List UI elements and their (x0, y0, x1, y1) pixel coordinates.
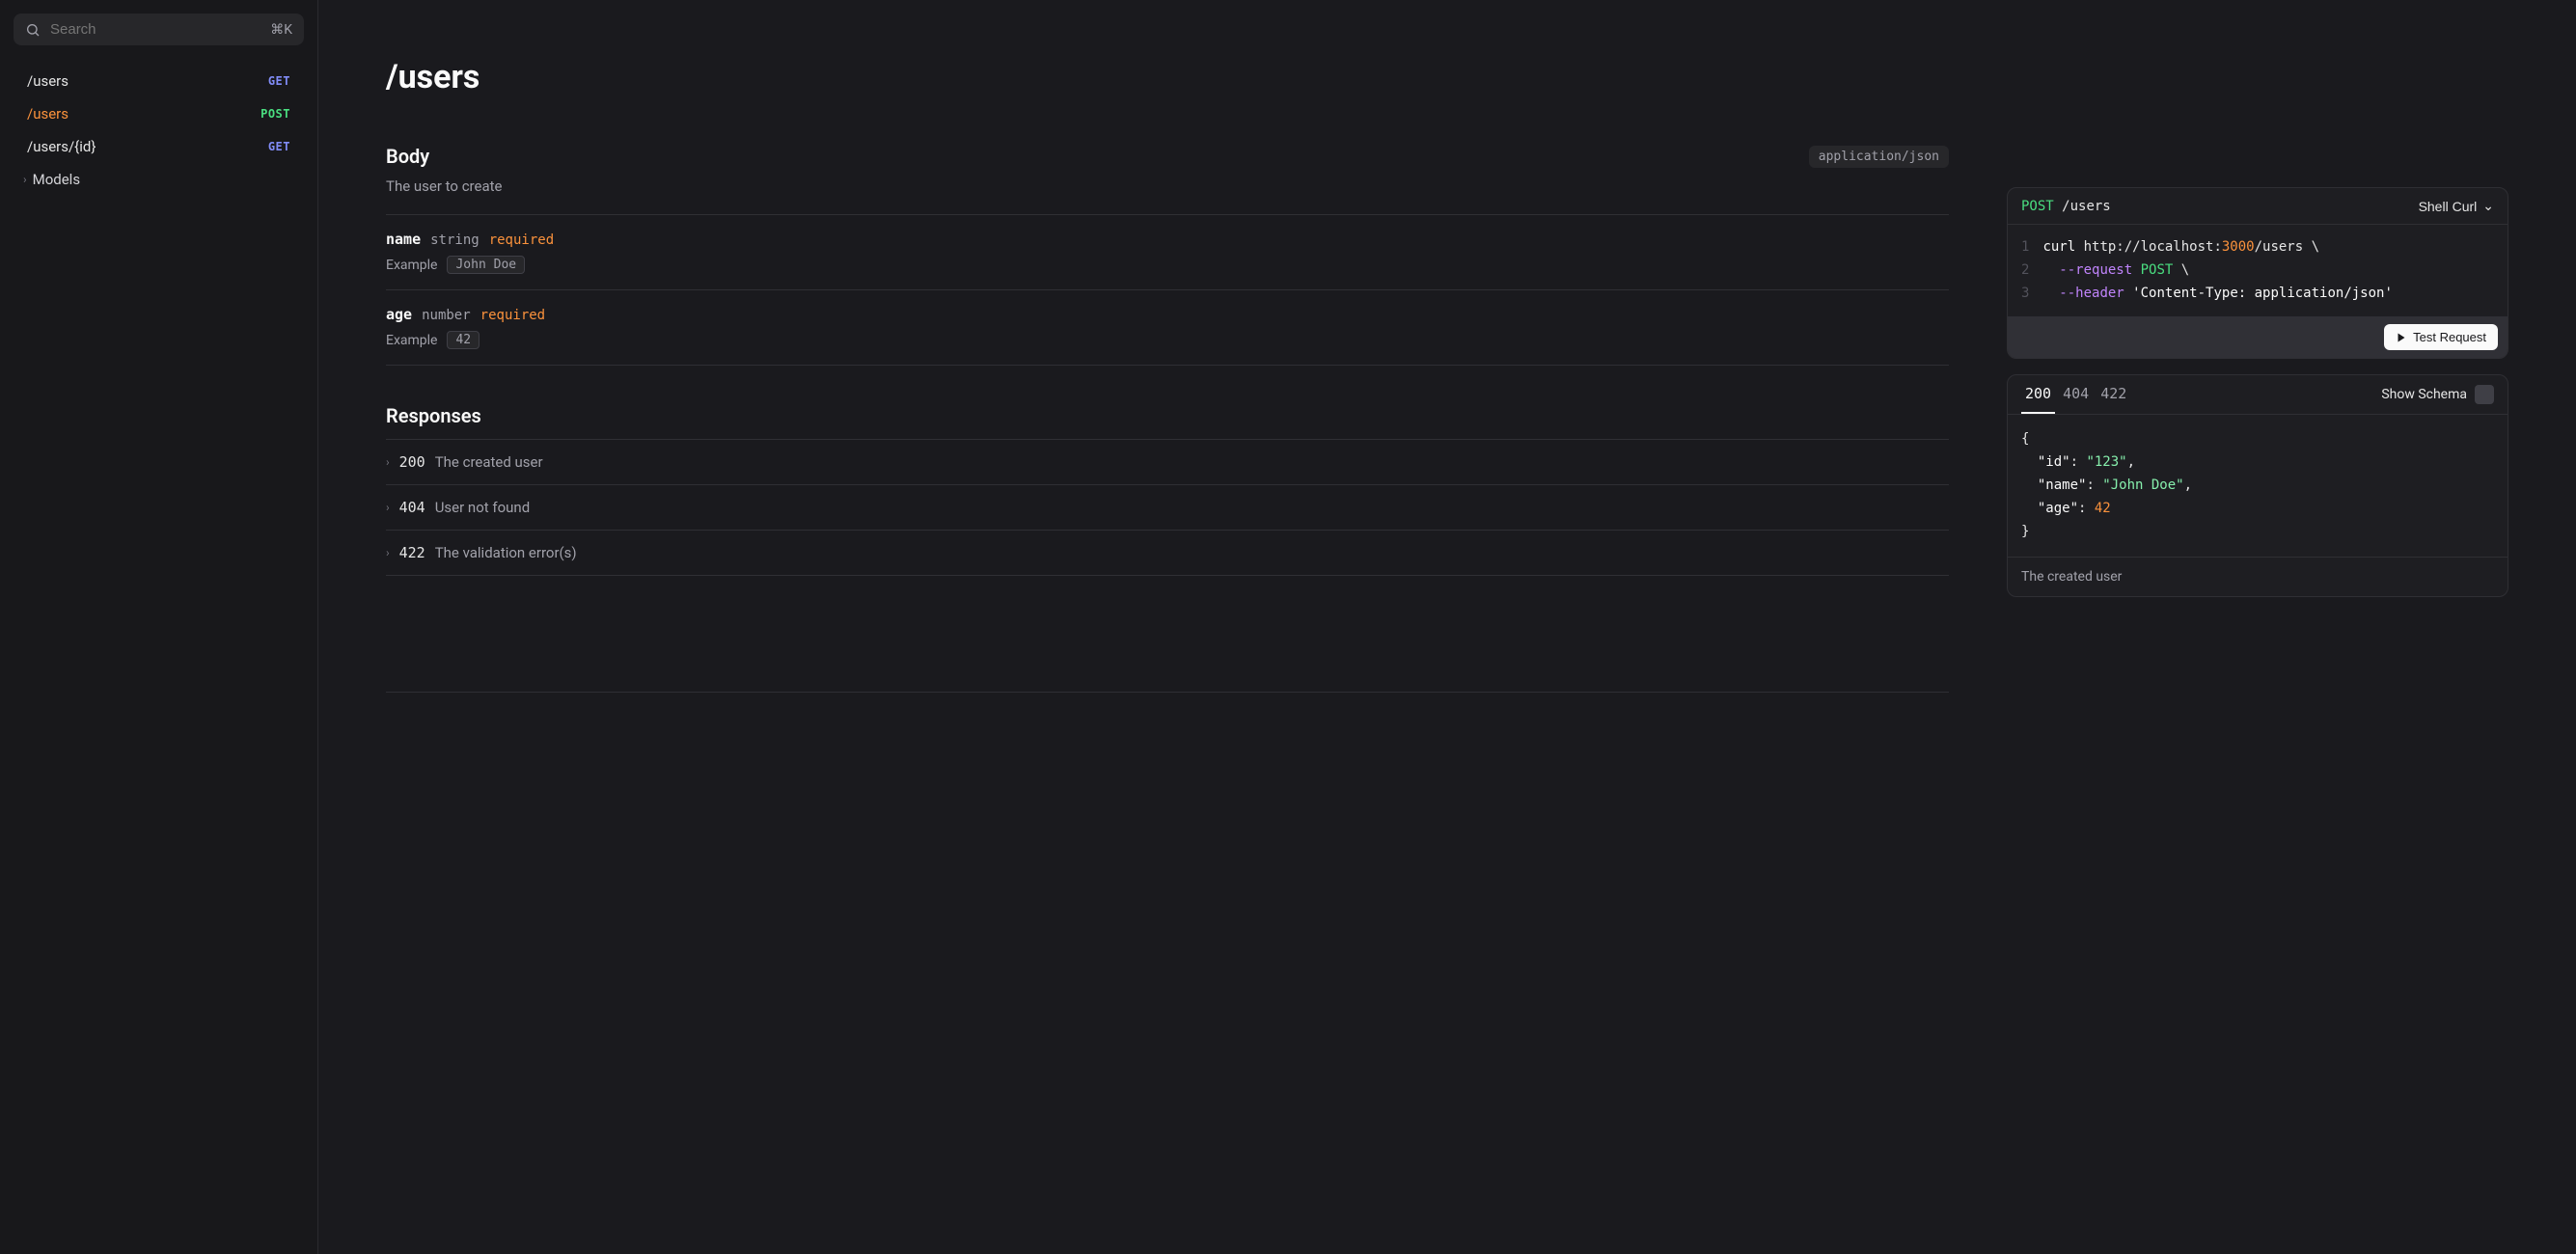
response-200[interactable]: › 200 The created user (386, 440, 1949, 485)
request-path: /users (2062, 199, 2111, 214)
response-404[interactable]: › 404 User not found (386, 485, 1949, 531)
param-type: number (422, 308, 471, 323)
chevron-right-icon: › (386, 501, 390, 514)
example-value: 42 (447, 331, 480, 349)
response-tabs: 200 404 422 (2021, 375, 2130, 414)
nav-item-users-get[interactable]: /users GET (14, 65, 304, 97)
request-panel: POST /users Shell Curl ⌄ 1curl http://lo… (2007, 187, 2508, 359)
page-title: /users (386, 58, 2508, 96)
param-required: required (480, 308, 545, 323)
search-kbd: ⌘K (270, 22, 292, 38)
example-label: Example (386, 258, 437, 273)
param-type: string (430, 232, 480, 248)
nav-list: /users GET /users POST /users/{id} GET ›… (14, 65, 304, 196)
nav-path: /users (27, 105, 69, 123)
response-desc: User not found (435, 499, 530, 516)
test-request-label: Test Request (2413, 330, 2486, 344)
show-schema-toggle[interactable]: Show Schema (2381, 385, 2494, 404)
response-footer: The created user (2008, 558, 2507, 596)
response-desc: The validation error(s) (435, 544, 577, 561)
content-type-badge: application/json (1809, 146, 1949, 168)
language-label: Shell Curl (2419, 199, 2478, 214)
chevron-right-icon: › (386, 455, 390, 469)
language-selector[interactable]: Shell Curl ⌄ (2419, 198, 2494, 214)
chevron-right-icon: › (23, 173, 27, 186)
param-name: name string required Example John Doe (386, 215, 1949, 290)
nav-models-label: Models (33, 171, 80, 188)
nav-path: /users/{id} (27, 138, 96, 155)
sidebar: ⌘K /users GET /users POST /users/{id} GE… (0, 0, 318, 1254)
show-schema-label: Show Schema (2381, 387, 2467, 402)
response-panel: 200 404 422 Show Schema { "id": "123", "… (2007, 374, 2508, 597)
nav-models[interactable]: › Models (14, 163, 304, 196)
param-age: age number required Example 42 (386, 290, 1949, 366)
request-method: POST (2021, 199, 2054, 214)
method-badge: POST (260, 107, 290, 121)
divider (386, 692, 1949, 693)
param-key: age (386, 306, 412, 323)
example-label: Example (386, 333, 437, 348)
body-description: The user to create (386, 177, 1949, 195)
response-body: { "id": "123", "name": "John Doe", "age"… (2008, 415, 2507, 558)
responses-heading: Responses (386, 404, 1949, 427)
params-list: name string required Example John Doe ag… (386, 214, 1949, 366)
test-request-button[interactable]: Test Request (2384, 324, 2498, 350)
example-value: John Doe (447, 256, 525, 274)
param-required: required (489, 232, 554, 248)
main-content: /users Body application/json The user to… (318, 0, 2576, 1254)
method-badge: GET (268, 74, 290, 88)
search-input[interactable] (50, 21, 260, 38)
nav-path: /users (27, 72, 69, 90)
response-422[interactable]: › 422 The validation error(s) (386, 531, 1949, 576)
response-tab-404[interactable]: 404 (2059, 375, 2093, 414)
response-tab-200[interactable]: 200 (2021, 375, 2055, 414)
response-tab-422[interactable]: 422 (2096, 375, 2130, 414)
search-icon (25, 22, 41, 38)
body-heading: Body (386, 145, 429, 168)
play-icon (2396, 332, 2407, 343)
nav-item-users-id-get[interactable]: /users/{id} GET (14, 130, 304, 163)
responses-list: › 200 The created user › 404 User not fo… (386, 439, 1949, 576)
response-code: 404 (399, 499, 425, 516)
param-key: name (386, 231, 421, 248)
response-code: 422 (399, 544, 425, 561)
request-code: 1curl http://localhost:3000/users \ 2 --… (2008, 225, 2507, 316)
method-badge: GET (268, 140, 290, 153)
search-box[interactable]: ⌘K (14, 14, 304, 45)
nav-item-users-post[interactable]: /users POST (14, 97, 304, 130)
toggle-box (2475, 385, 2494, 404)
chevron-right-icon: › (386, 546, 390, 559)
response-code: 200 (399, 453, 425, 471)
response-desc: The created user (435, 453, 543, 471)
chevron-down-icon: ⌄ (2482, 198, 2494, 214)
